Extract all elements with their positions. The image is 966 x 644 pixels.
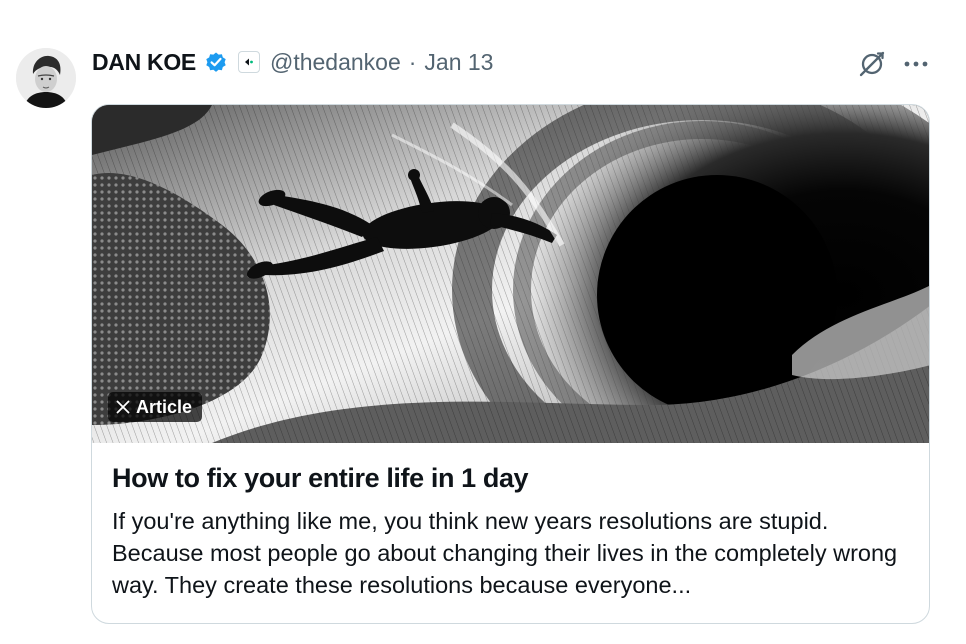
article-card[interactable]: Article How to fix your entire life in 1… (91, 104, 930, 624)
author-display-name[interactable]: DAN KOE (92, 49, 196, 76)
more-options-icon[interactable] (900, 48, 932, 80)
post-date[interactable]: Jan 13 (424, 49, 493, 76)
header-separator: · (408, 48, 417, 75)
article-summary: If you're anything like me, you think ne… (112, 508, 898, 598)
author-avatar[interactable] (16, 48, 76, 108)
profile-photo-icon (16, 48, 76, 108)
article-cover-image[interactable]: Article (92, 105, 929, 443)
grok-icon[interactable] (856, 48, 888, 80)
x-logo-icon (116, 400, 130, 414)
article-card-body[interactable]: How to fix your entire life in 1 day If … (92, 443, 929, 601)
verified-badge-icon[interactable] (204, 50, 228, 74)
falling-figure-illustration (92, 105, 929, 443)
article-badge-label: Article (136, 396, 193, 417)
tweet[interactable]: DAN KOE @thedankoe · Jan 13 Article How … (0, 0, 966, 644)
article-title[interactable]: How to fix your entire life in 1 day (112, 461, 909, 495)
article-badge: Article (108, 392, 203, 422)
author-handle[interactable]: @thedankoe (270, 49, 401, 76)
affiliate-badge-icon[interactable] (237, 51, 260, 73)
tweet-header: DAN KOE @thedankoe · Jan 13 (92, 44, 493, 80)
